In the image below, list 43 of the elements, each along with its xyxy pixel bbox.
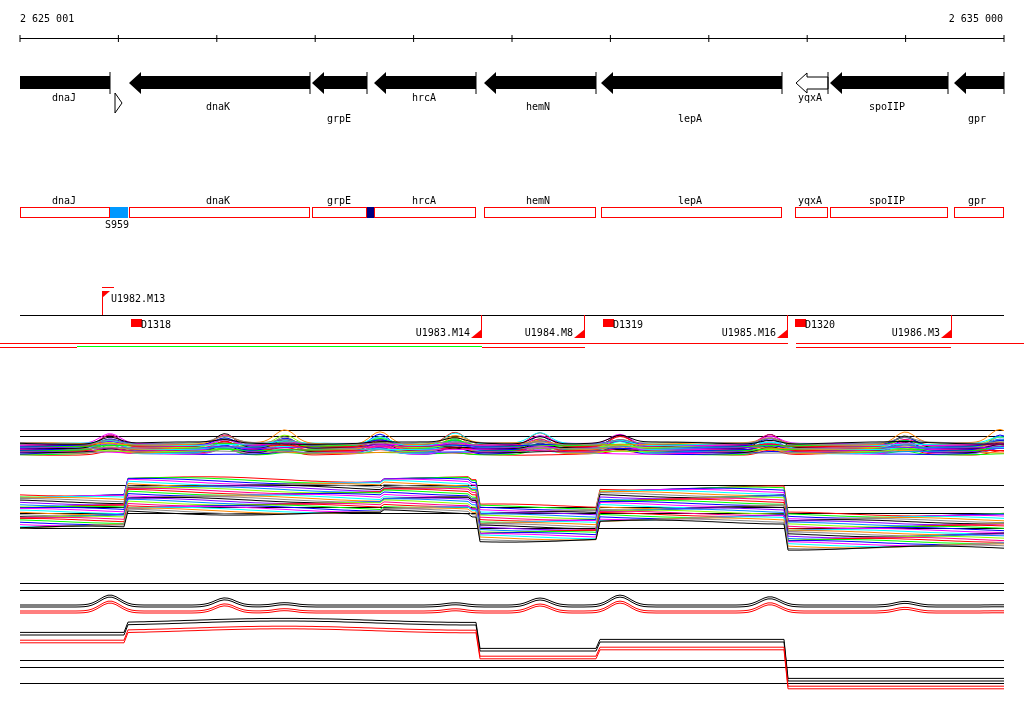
feature-box	[312, 207, 367, 218]
transcript-end-flag	[471, 314, 482, 339]
segment-marker	[131, 319, 142, 327]
ruler-label: 2 625 001	[20, 13, 75, 24]
gene-label: hrcA	[411, 92, 437, 103]
gene-label: dnaK	[205, 101, 231, 112]
gene-label: grpE	[326, 113, 352, 124]
site-label: S959	[104, 219, 130, 230]
gene-arrow	[954, 71, 1005, 95]
feature-label: dnaJ	[51, 195, 77, 206]
gene-label: spoIIP	[868, 101, 906, 112]
gene-label: gpr	[967, 113, 987, 124]
ruler-label: 2 635 000	[948, 13, 1003, 24]
transcript-end-flag	[941, 314, 952, 339]
feature-label: gpr	[967, 195, 987, 206]
transcript-start-flag	[102, 290, 110, 316]
segment-marker	[603, 319, 614, 327]
transcript-label: U1982.M13	[111, 293, 166, 304]
transcript-label: D1319	[613, 319, 644, 330]
segment-marker	[795, 319, 806, 327]
transcript-end-flag	[777, 314, 788, 339]
feature-label: yqxA	[797, 195, 823, 206]
transcript-end-flag	[574, 314, 585, 339]
transcript-label: D1318	[141, 319, 172, 330]
triangle-icon	[114, 92, 123, 114]
feature-label: hemN	[525, 195, 551, 206]
feature-label: lepA	[677, 195, 703, 206]
feature-label: spoIIP	[868, 195, 906, 206]
transcript-label: D1320	[805, 319, 836, 330]
gene-label: dnaJ	[51, 92, 77, 103]
transcript-label: U1986.M3	[891, 327, 940, 338]
tick-mark	[101, 287, 115, 288]
transcript-label: U1985.M16	[721, 327, 776, 338]
feature-box	[954, 207, 1004, 218]
feature-label: hrcA	[411, 195, 437, 206]
feature-label: grpE	[326, 195, 352, 206]
gene-label: hemN	[525, 101, 551, 112]
gene-label: lepA	[677, 113, 703, 124]
transcript-label: U1984.M8	[524, 327, 573, 338]
transcript-label: U1983.M14	[415, 327, 470, 338]
feature-box	[795, 207, 828, 218]
feature-label: dnaK	[205, 195, 231, 206]
gene-label: yqxA	[797, 92, 823, 103]
